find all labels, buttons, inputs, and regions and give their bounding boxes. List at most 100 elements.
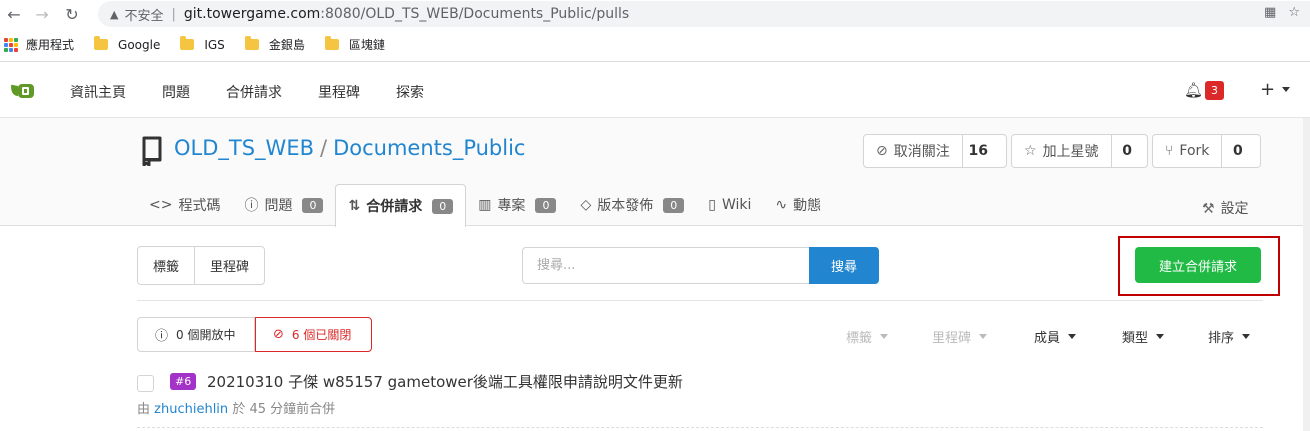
bookmark-igs[interactable]: IGS (180, 36, 225, 52)
dropdown-label: 標籤 (846, 331, 873, 346)
tab-label: 專案 (497, 198, 526, 214)
tab-projects[interactable]: ▥ 專案 0 (466, 184, 568, 226)
tab-releases[interactable]: ◇ 版本發佈 0 (568, 184, 696, 226)
folder-icon (324, 36, 339, 50)
bookmark-label: 應用程式 (26, 38, 75, 52)
browser-address-bar: ← → ↻ ▲ 不安全 | git.towergame.com:8080/OLD… (0, 0, 1310, 28)
bookmark-blockchain[interactable]: 區塊鏈 (324, 36, 385, 53)
apps-grid-icon (4, 37, 18, 52)
label-filter-dropdown[interactable]: 標籤 (846, 327, 889, 346)
nav-issues[interactable]: 問題 (162, 82, 190, 102)
qr-icon[interactable]: ▦ (1264, 5, 1276, 20)
issue-opened-icon: ⓘ (155, 329, 169, 344)
star-count[interactable]: 0 (1112, 135, 1143, 167)
pr-merged-time: 於 45 分鐘前合併 (232, 402, 336, 417)
nav-milestones[interactable]: 里程碑 (318, 82, 360, 102)
releases-count-badge: 0 (663, 197, 685, 213)
repo-owner-link[interactable]: OLD_TS_WEB (174, 136, 314, 160)
star-button-group: ☆ 加上星號 0 (1011, 134, 1148, 168)
open-filter-button[interactable]: ⓘ 0 個開放中 (137, 317, 255, 352)
bookmark-apps[interactable]: 應用程式 (4, 36, 74, 53)
tab-code[interactable]: <> 程式碼 (137, 184, 232, 226)
bookmark-label: IGS (204, 37, 225, 52)
open-label: 0 個開放中 (176, 328, 236, 342)
bookmark-label: 區塊鏈 (348, 38, 385, 52)
tab-label: 動態 (793, 198, 822, 214)
dropdown-label: 排序 (1208, 331, 1235, 346)
author-filter-dropdown[interactable]: 成員 (1034, 327, 1077, 346)
repo-icon (142, 136, 162, 166)
unwatch-label: 取消關注 (893, 144, 950, 160)
fork-button-group: ⑂ Fork 0 (1152, 134, 1261, 168)
repo-slash: / (320, 136, 328, 160)
pr-title-link[interactable]: 20210310 子傑 w85157 gametower後端工具權限申請說明文件… (207, 371, 683, 392)
bookmark-google[interactable]: Google (94, 36, 160, 52)
nav-dashboard[interactable]: 資訊主頁 (70, 82, 126, 102)
forward-icon[interactable]: → (32, 4, 52, 24)
issues-count-badge: 0 (302, 197, 324, 213)
chevron-down-icon (1068, 334, 1077, 339)
labels-button[interactable]: 標籤 (138, 247, 194, 284)
pulls-count-badge: 0 (432, 198, 454, 214)
notification-badge[interactable]: 3 (1205, 81, 1224, 100)
watch-count[interactable]: 16 (963, 135, 994, 167)
fork-button[interactable]: ⑂ Fork (1153, 135, 1223, 167)
gitea-logo-icon[interactable] (10, 83, 38, 99)
pulse-icon: ∿ (775, 197, 788, 213)
fork-count[interactable]: 0 (1222, 135, 1253, 167)
tab-issues[interactable]: ⓘ 問題 0 (232, 184, 335, 226)
list-divider (137, 427, 1263, 428)
bookmark-maplestory[interactable]: 金銀島 (244, 36, 305, 53)
divider (137, 300, 1263, 301)
repo-name-link[interactable]: Documents_Public (333, 136, 525, 160)
tab-pull-requests[interactable]: ⇅ 合併請求 0 (335, 184, 467, 227)
pr-meta: 由 zhuchiehlin 於 45 分鐘前合併 (137, 398, 335, 417)
tab-label: 程式碼 (178, 198, 221, 214)
reload-icon[interactable]: ↻ (62, 4, 82, 24)
star-button[interactable]: ☆ 加上星號 (1012, 135, 1112, 167)
back-icon[interactable]: ← (4, 4, 24, 24)
new-pull-request-button[interactable]: 建立合併請求 (1135, 247, 1261, 283)
projects-count-badge: 0 (535, 197, 557, 213)
bookmark-label: 金銀島 (268, 38, 305, 52)
type-filter-dropdown[interactable]: 類型 (1122, 327, 1165, 346)
nav-explore[interactable]: 探索 (396, 82, 424, 102)
state-toggle: ⓘ 0 個開放中 ⊘ 6 個已關閉 (137, 317, 372, 352)
closed-filter-button[interactable]: ⊘ 6 個已關閉 (255, 317, 372, 352)
chevron-down-icon (1156, 334, 1165, 339)
milestone-filter-dropdown[interactable]: 里程碑 (932, 327, 988, 346)
fork-icon: ⑂ (1165, 143, 1174, 159)
url-bar[interactable]: ▲ 不安全 | git.towergame.com:8080/OLD_TS_WE… (98, 1, 1310, 27)
labels-milestones-group: 標籤 里程碑 (137, 246, 266, 285)
tab-label: Wiki (721, 197, 752, 213)
pr-author-link[interactable]: zhuchiehlin (154, 402, 228, 417)
select-checkbox[interactable] (137, 375, 154, 392)
tab-settings[interactable]: ⚒ 設定 (1202, 198, 1249, 218)
milestones-button[interactable]: 里程碑 (194, 247, 264, 284)
tab-activity[interactable]: ∿ 動態 (763, 184, 833, 226)
tab-wiki[interactable]: ▯ Wiki (696, 184, 763, 226)
chevron-down-icon[interactable] (1282, 87, 1290, 92)
dropdown-label: 成員 (1034, 331, 1061, 346)
bookmark-star-icon[interactable]: ☆ (1288, 5, 1300, 20)
sort-dropdown[interactable]: 排序 (1208, 327, 1251, 346)
search-button[interactable]: 搜尋 (809, 247, 879, 284)
scrollbar[interactable] (1303, 118, 1310, 431)
search-input[interactable] (522, 247, 810, 284)
repo-tabs: <> 程式碼 ⓘ 問題 0 ⇅ 合併請求 0 ▥ 專案 0 ◇ 版本發佈 0 ▯ Wiki ∿ 動態 (137, 184, 833, 227)
main-menu: 資訊主頁 問題 合併請求 里程碑 探索 (70, 82, 460, 102)
dropdown-label: 類型 (1122, 331, 1149, 346)
closed-label: 6 個已關閉 (291, 328, 352, 342)
list-item: #6 20210310 子傑 w85157 gametower後端工具權限申請說… (137, 366, 1263, 426)
tab-label: 版本發佈 (597, 198, 654, 214)
insecure-label: 不安全 (124, 8, 164, 24)
warning-icon: ▲ (110, 7, 119, 21)
unwatch-button[interactable]: ⊘ 取消關注 (864, 135, 963, 167)
star-icon: ☆ (1024, 143, 1037, 159)
nav-pulls[interactable]: 合併請求 (226, 82, 282, 102)
folder-icon (180, 36, 195, 50)
bell-icon[interactable]: 🔔︎ (1184, 81, 1203, 99)
tab-label: 問題 (264, 198, 293, 214)
omnibox-actions: ▦ ☆ (1264, 5, 1300, 20)
plus-icon[interactable]: + (1260, 79, 1275, 100)
